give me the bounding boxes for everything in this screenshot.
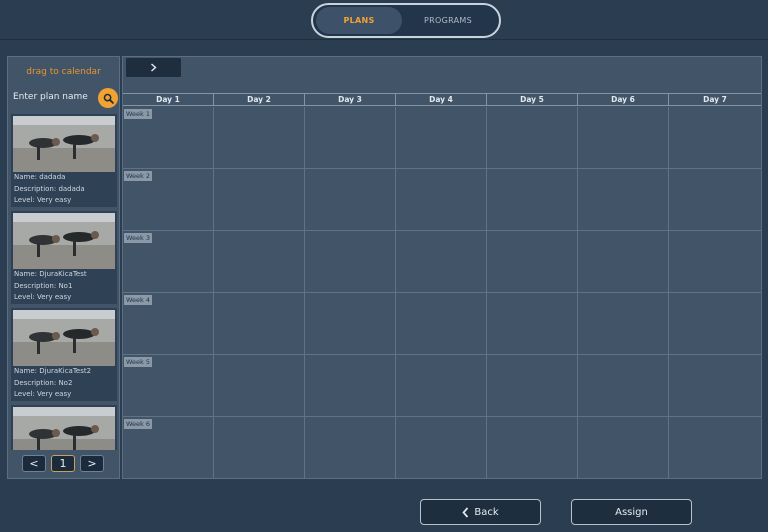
week-label: Week 5	[124, 357, 153, 367]
calendar-cell[interactable]	[578, 417, 669, 479]
calendar-cell[interactable]	[214, 231, 305, 292]
calendar-cell[interactable]	[669, 417, 761, 479]
plan-level: Level: Very easy	[14, 293, 72, 301]
calendar-cell[interactable]	[305, 231, 396, 292]
drag-hint: drag to calendar	[26, 67, 101, 77]
assign-label: Assign	[615, 506, 648, 518]
plan-level: Level: Very easy	[14, 196, 72, 204]
calendar-grid: Day 1 Day 2 Day 3 Day 4 Day 5 Day 6 Day …	[123, 93, 761, 479]
plan-thumbnail	[13, 116, 115, 172]
week-row: Week 3	[123, 231, 761, 293]
calendar-cell[interactable]	[578, 231, 669, 292]
calendar-cell[interactable]	[214, 417, 305, 479]
day-header: Day 3	[305, 94, 396, 106]
plan-name: Name: dadada	[14, 173, 66, 181]
calendar-cell[interactable]	[305, 107, 396, 168]
calendar-cell[interactable]	[305, 355, 396, 416]
calendar-cell[interactable]	[487, 293, 578, 354]
calendar-cell[interactable]	[396, 169, 487, 230]
plan-thumbnail	[13, 310, 115, 366]
calendar: Day 1 Day 2 Day 3 Day 4 Day 5 Day 6 Day …	[122, 56, 762, 479]
plan-level: Level: Very easy	[14, 390, 72, 398]
plan-sidebar: drag to calendar Name: dadada Descriptio…	[7, 56, 120, 479]
plan-description: Description: No2	[14, 378, 73, 387]
plan-description: Description: dadada	[14, 184, 85, 193]
top-bar: PLANS PROGRAMS	[0, 0, 768, 40]
calendar-cell[interactable]	[578, 107, 669, 168]
calendar-cell[interactable]	[578, 355, 669, 416]
day-header: Day 4	[396, 94, 487, 106]
back-button[interactable]: Back	[420, 499, 541, 525]
collapse-sidebar-button[interactable]	[125, 57, 182, 78]
calendar-cell[interactable]	[396, 231, 487, 292]
plan-card[interactable]	[11, 405, 117, 450]
plan-card[interactable]: Name: DjuraKicaTest Description: No1 Lev…	[11, 211, 117, 304]
week-label: Week 2	[124, 171, 153, 181]
plan-name: Name: DjuraKicaTest	[14, 270, 87, 278]
chevron-right-icon	[151, 63, 157, 72]
calendar-cell[interactable]	[669, 107, 761, 168]
search-button[interactable]	[98, 88, 118, 108]
week-row: Week 5	[123, 355, 761, 417]
calendar-cell[interactable]	[487, 355, 578, 416]
calendar-cell[interactable]	[669, 355, 761, 416]
plan-search-input[interactable]	[13, 89, 99, 105]
calendar-cell[interactable]	[214, 293, 305, 354]
calendar-cell[interactable]	[487, 231, 578, 292]
week-row: Week 4	[123, 293, 761, 355]
week-label: Week 6	[124, 419, 153, 429]
calendar-cell[interactable]	[305, 293, 396, 354]
week-label: Week 4	[124, 295, 153, 305]
week-label: Week 1	[124, 109, 153, 119]
plan-card[interactable]: Name: DjuraKicaTest2 Description: No2 Le…	[11, 308, 117, 401]
chevron-left-icon	[462, 506, 469, 518]
tab-programs[interactable]: PROGRAMS	[402, 7, 494, 34]
calendar-cell[interactable]	[487, 107, 578, 168]
calendar-cell[interactable]	[396, 293, 487, 354]
week-row: Week 2	[123, 169, 761, 231]
calendar-cell[interactable]	[396, 355, 487, 416]
week-label: Week 3	[124, 233, 153, 243]
calendar-cell[interactable]	[305, 169, 396, 230]
calendar-cell[interactable]	[487, 169, 578, 230]
assign-button[interactable]: Assign	[571, 499, 692, 525]
week-row: Week 6	[123, 417, 761, 479]
current-page: 1	[51, 455, 75, 472]
calendar-cell[interactable]	[669, 169, 761, 230]
calendar-cell[interactable]	[214, 107, 305, 168]
plan-list[interactable]: Name: dadada Description: dadada Level: …	[11, 114, 117, 450]
plan-name: Name: DjuraKicaTest2	[14, 367, 92, 375]
calendar-cell[interactable]	[214, 355, 305, 416]
plan-thumbnail	[13, 213, 115, 269]
pagination: < 1 >	[22, 455, 104, 472]
calendar-cell[interactable]	[396, 417, 487, 479]
search-icon	[103, 93, 114, 104]
next-page-button[interactable]: >	[80, 455, 104, 472]
prev-page-button[interactable]: <	[22, 455, 46, 472]
week-row: Week 1	[123, 107, 761, 169]
calendar-cell[interactable]	[214, 169, 305, 230]
calendar-cell[interactable]	[578, 169, 669, 230]
day-header: Day 2	[214, 94, 305, 106]
plan-description: Description: No1	[14, 281, 73, 290]
calendar-cell[interactable]	[669, 231, 761, 292]
calendar-cell[interactable]	[305, 417, 396, 479]
calendar-cell[interactable]	[669, 293, 761, 354]
calendar-cell[interactable]	[578, 293, 669, 354]
back-label: Back	[474, 506, 499, 518]
day-header: Day 6	[578, 94, 669, 106]
day-header: Day 1	[123, 94, 214, 106]
day-header-row: Day 1 Day 2 Day 3 Day 4 Day 5 Day 6 Day …	[123, 93, 761, 106]
calendar-cell[interactable]	[396, 107, 487, 168]
tab-plans[interactable]: PLANS	[316, 7, 402, 34]
plan-thumbnail	[13, 407, 115, 450]
calendar-cell[interactable]	[487, 417, 578, 479]
plan-card[interactable]: Name: dadada Description: dadada Level: …	[11, 114, 117, 207]
day-header: Day 5	[487, 94, 578, 106]
view-toggle: PLANS PROGRAMS	[311, 3, 501, 38]
day-header: Day 7	[703, 95, 727, 104]
